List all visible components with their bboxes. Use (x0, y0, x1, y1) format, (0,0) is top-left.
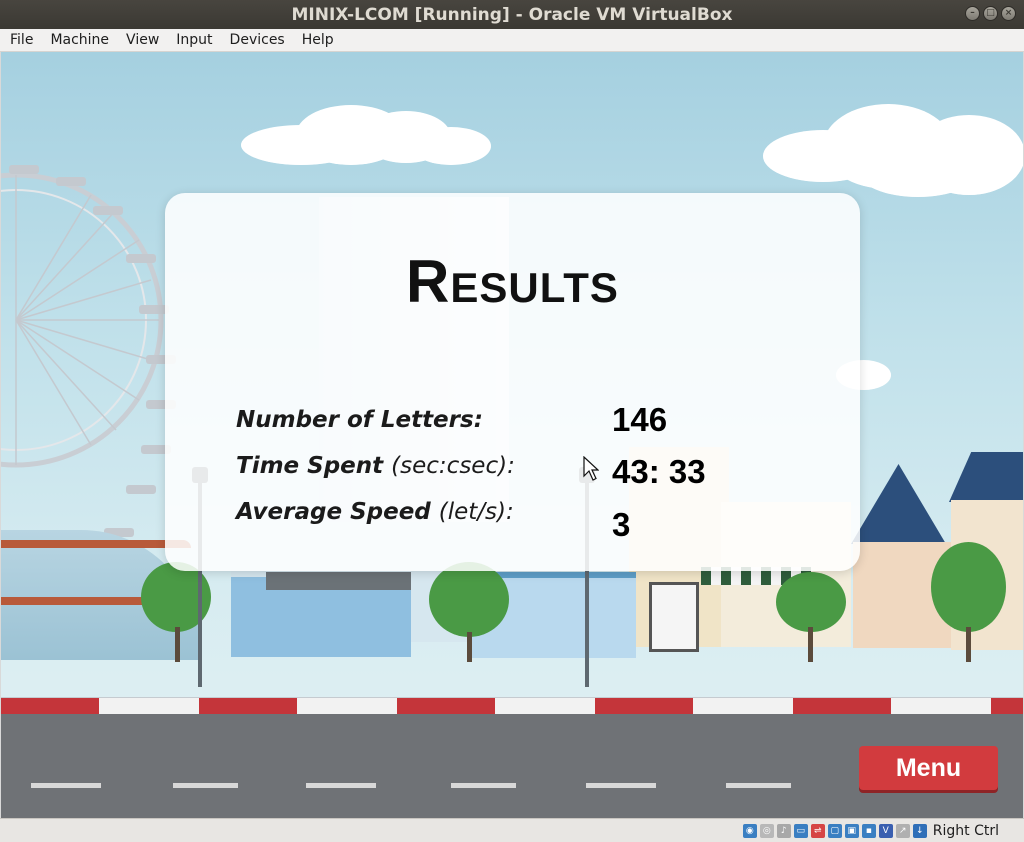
minimize-button[interactable]: – (965, 6, 980, 21)
menu-input[interactable]: Input (166, 32, 219, 48)
usb-icon[interactable]: ⇌ (810, 823, 825, 838)
window-titlebar[interactable]: MINIX-LCOM [Running] - Oracle VM Virtual… (0, 0, 1024, 29)
video-capture-icon[interactable]: ▪ (861, 823, 876, 838)
menu-devices[interactable]: Devices (220, 32, 292, 48)
audio-icon[interactable]: ♪ (776, 823, 791, 838)
letters-value: 146 (612, 401, 668, 438)
network-icon[interactable]: ▭ (793, 823, 808, 838)
virtualization-icon[interactable]: V (878, 823, 893, 838)
hard-disk-icon[interactable]: ◉ (742, 823, 757, 838)
window-title: MINIX-LCOM [Running] - Oracle VM Virtual… (291, 4, 733, 25)
display-icon[interactable]: ▣ (844, 823, 859, 838)
vm-screen[interactable]: Results Number of Letters: 146 Time Spen… (1, 52, 1023, 818)
cloud-right (763, 100, 1023, 200)
keyboard-capture-icon[interactable]: ↓ (912, 823, 927, 838)
results-title: Results (406, 248, 619, 315)
vm-statusbar: ◉ ◎ ♪ ▭ ⇌ ▢ ▣ ▪ V ↗ ↓ Right Ctrl (0, 818, 1024, 842)
shared-folder-icon[interactable]: ▢ (827, 823, 842, 838)
mouse-integration-icon[interactable]: ↗ (895, 823, 910, 838)
menu-view[interactable]: View (116, 32, 166, 48)
menubar: File Machine View Input Devices Help (0, 29, 1024, 52)
menu-button[interactable]: Menu (859, 746, 998, 790)
close-button[interactable]: × (1001, 6, 1016, 21)
mouse-cursor-icon (583, 456, 599, 481)
speed-label: Average Speed (let/s): (236, 499, 514, 525)
time-label: Time Spent (sec:csec): (236, 453, 515, 479)
menu-file[interactable]: File (0, 32, 40, 48)
letters-label: Number of Letters: (236, 407, 483, 433)
menu-help[interactable]: Help (292, 32, 341, 48)
maximize-button[interactable]: □ (983, 6, 998, 21)
house-blue-roof (851, 464, 946, 544)
time-value: 43: 33 (612, 453, 706, 490)
ferris-wheel (1, 165, 176, 574)
speed-value: 3 (612, 506, 631, 543)
cloud-left (241, 97, 491, 167)
optical-drive-icon[interactable]: ◎ (759, 823, 774, 838)
host-key-label: Right Ctrl (932, 822, 999, 839)
results-panel: Results Number of Letters: 146 Time Spen… (165, 193, 860, 571)
menu-machine[interactable]: Machine (40, 32, 116, 48)
curb-stripes (1, 698, 1023, 714)
window-controls: – □ × (965, 6, 1016, 21)
